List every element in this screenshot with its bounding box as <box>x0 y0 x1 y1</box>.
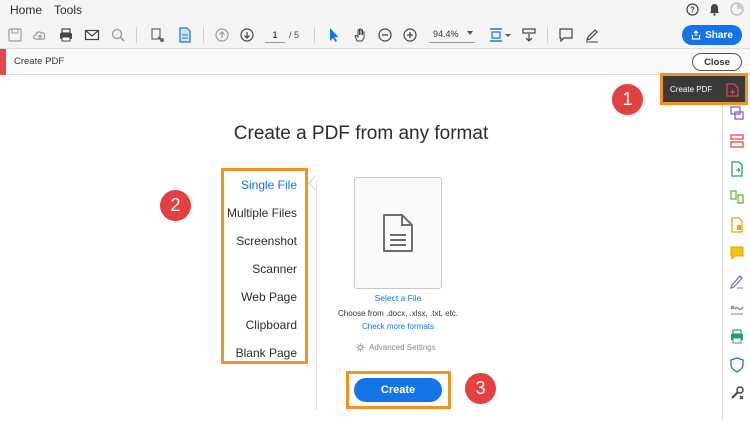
close-button[interactable]: Close <box>692 53 742 71</box>
comment-tool-icon[interactable] <box>729 245 745 261</box>
comment-icon[interactable] <box>557 26 575 44</box>
hand-tool-icon[interactable] <box>351 26 369 44</box>
step-badge-3: 3 <box>465 373 496 404</box>
format-clipboard[interactable]: Clipboard <box>246 318 297 332</box>
print-production-icon[interactable] <box>729 329 745 345</box>
edit-pdf-icon[interactable] <box>729 133 745 149</box>
request-signature-icon[interactable] <box>729 301 745 317</box>
check-more-formats-link[interactable]: Check more formats <box>340 322 456 331</box>
menu-tools[interactable]: Tools <box>54 3 82 17</box>
share-icon <box>691 30 701 40</box>
page-title: Create a PDF from any format <box>233 123 489 144</box>
format-multiple-files[interactable]: Multiple Files <box>227 206 297 220</box>
format-screenshot[interactable]: Screenshot <box>236 234 297 248</box>
scroll-mode-icon[interactable] <box>520 26 538 44</box>
upload-cloud-icon[interactable] <box>31 26 49 44</box>
save-icon[interactable] <box>6 26 24 44</box>
step-badge-1: 1 <box>612 84 643 115</box>
create-pdf-toolbar-icon[interactable] <box>176 26 194 44</box>
right-tools-pane <box>722 75 750 421</box>
share-label: Share <box>705 29 733 41</box>
file-drop-zone[interactable] <box>354 177 442 289</box>
next-page-icon[interactable] <box>238 26 256 44</box>
main-toolbar: / 5 94.4% Share <box>0 21 750 49</box>
format-list: Single File Multiple Files Screenshot Sc… <box>221 168 308 364</box>
document-icon <box>383 214 413 252</box>
export-pdf-icon[interactable] <box>729 105 745 121</box>
format-blank-page[interactable]: Blank Page <box>236 346 297 360</box>
tooltip-label: Create PDF <box>670 84 713 94</box>
organize-pages-icon[interactable] <box>729 161 745 177</box>
notification-bell-icon[interactable] <box>708 3 721 21</box>
vertical-divider <box>316 180 317 410</box>
format-scanner[interactable]: Scanner <box>252 262 297 276</box>
more-tools-icon[interactable] <box>729 385 745 401</box>
chevron-down-icon[interactable] <box>505 34 511 37</box>
selection-pointer <box>307 175 323 191</box>
format-web-page[interactable]: Web Page <box>241 290 297 304</box>
email-icon[interactable] <box>83 26 101 44</box>
share-button[interactable]: Share <box>682 25 742 45</box>
chevron-down-icon <box>467 31 473 35</box>
create-button-highlight: Create <box>346 371 451 409</box>
help-icon[interactable]: ? <box>686 2 699 21</box>
zoom-in-icon[interactable] <box>401 26 419 44</box>
advanced-settings[interactable]: Advanced Settings <box>356 343 436 352</box>
gear-icon <box>356 343 365 352</box>
compress-pdf-icon[interactable] <box>729 217 745 233</box>
zoom-value: 94.4% <box>433 29 459 39</box>
menu-home[interactable]: Home <box>10 3 42 17</box>
tool-accent-bar <box>0 49 6 75</box>
tool-header: Create PDF Close <box>0 49 750 75</box>
fill-sign-icon[interactable] <box>729 273 745 290</box>
previous-page-icon[interactable] <box>213 26 231 44</box>
create-pdf-tool-tooltip[interactable]: Create PDF <box>660 73 748 105</box>
page-number-input[interactable] <box>265 27 285 43</box>
zoom-select[interactable]: 94.4% <box>429 27 475 43</box>
print-icon[interactable] <box>57 26 75 44</box>
page-total: / 5 <box>289 30 300 40</box>
create-button[interactable]: Create <box>354 378 442 402</box>
zoom-out-icon[interactable] <box>376 26 394 44</box>
search-icon[interactable] <box>109 26 127 44</box>
highlight-pen-icon[interactable] <box>583 26 601 44</box>
create-pdf-icon <box>726 83 739 97</box>
format-single-file[interactable]: Single File <box>241 178 297 192</box>
combine-files-icon[interactable] <box>729 189 745 205</box>
select-file-link[interactable]: Select a File <box>350 293 446 303</box>
send-signature-icon[interactable] <box>148 26 166 44</box>
select-cursor-icon[interactable] <box>325 26 343 44</box>
svg-text:?: ? <box>690 5 695 14</box>
fit-page-icon[interactable] <box>487 26 505 44</box>
advanced-settings-label: Advanced Settings <box>369 343 436 352</box>
account-avatar-icon[interactable] <box>730 2 744 21</box>
shield-icon[interactable] <box>729 357 745 373</box>
choose-from-text: Choose from .docx, .xlsx, .txt, etc. <box>337 309 459 318</box>
step-badge-2: 2 <box>160 190 191 221</box>
tool-title: Create PDF <box>14 56 65 67</box>
menu-bar: Home Tools ? <box>0 0 750 21</box>
